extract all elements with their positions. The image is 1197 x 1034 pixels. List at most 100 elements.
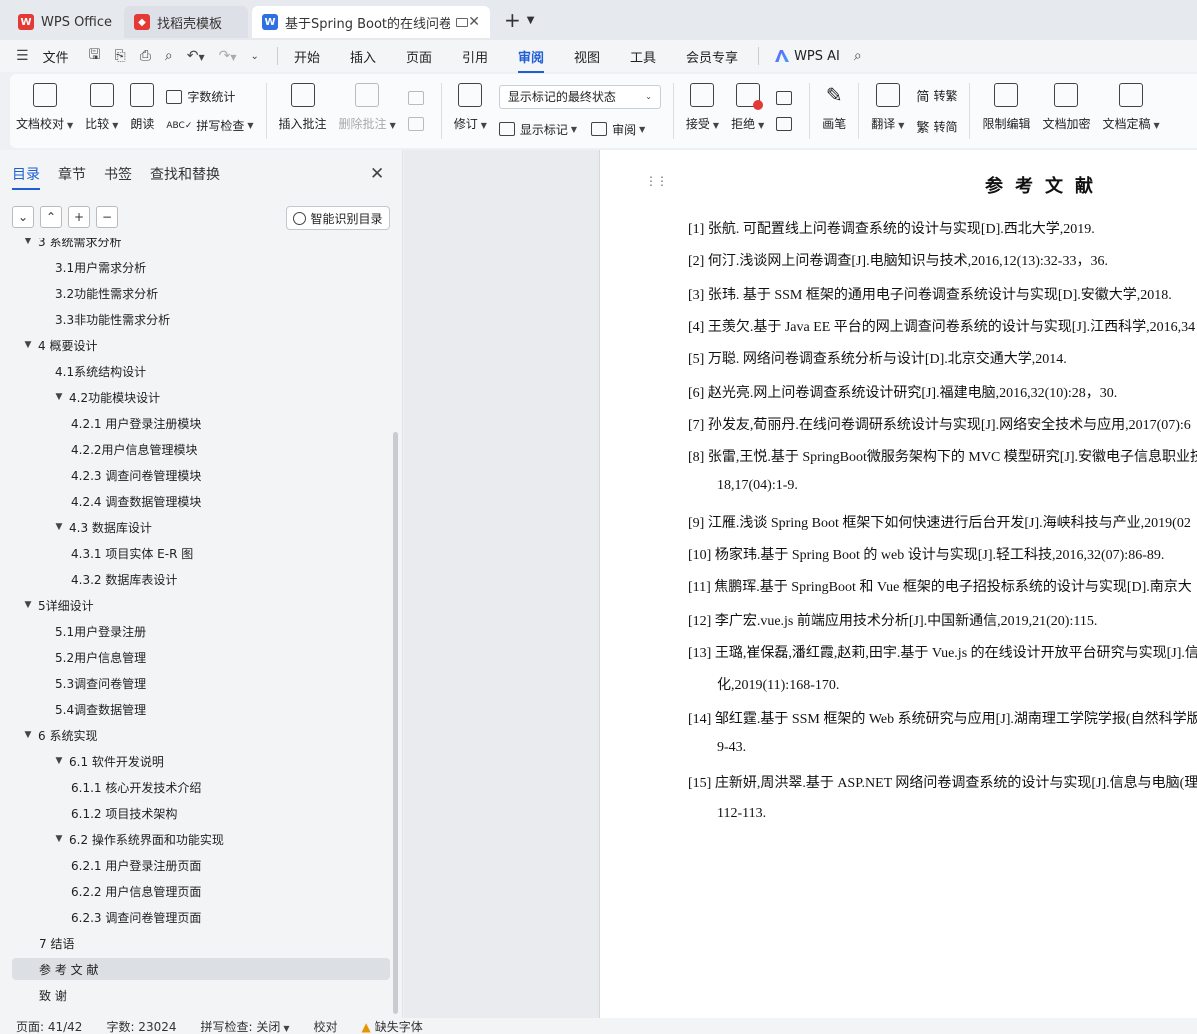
toc-item[interactable]: 3.1用户需求分析 [12, 256, 390, 278]
next-change-button[interactable] [776, 117, 797, 131]
markup-state-select[interactable]: 显示标记的最终状态 ⌄ [498, 84, 661, 109]
menu-insert[interactable]: 插入 [350, 47, 376, 66]
previous-change-button[interactable] [776, 91, 797, 105]
menu-view[interactable]: 视图 [574, 47, 600, 66]
pen-button[interactable]: ✎ 画笔 [816, 79, 852, 143]
spell-check-status[interactable]: 拼写检查: 关闭 ▼ [201, 1018, 290, 1034]
revise-button[interactable]: 修订 ▼ [448, 79, 493, 143]
toc-item[interactable]: 参 考 文 献 [12, 958, 390, 980]
expand-arrow-icon[interactable]: ▼ [22, 238, 34, 246]
toc-scrollbar[interactable] [393, 432, 398, 1014]
menu-member[interactable]: 会员专享 [686, 47, 738, 66]
toc-item[interactable]: 6.2.3 调查问卷管理页面 [12, 906, 390, 928]
toc-item[interactable]: 4.3.1 项目实体 E-R 图 [12, 542, 390, 564]
toc-item[interactable]: 4.1系统结构设计 [12, 360, 390, 382]
spell-check-button[interactable]: ABC✓ 拼写检查 ▼ [166, 117, 253, 134]
reject-button[interactable]: 拒绝 ▼ [725, 79, 770, 143]
toc-item[interactable]: 6.2.1 用户登录注册页面 [12, 854, 390, 876]
tab-wps-office[interactable]: W WPS Office [8, 6, 120, 38]
print-preview-icon[interactable]: ⌕ [165, 48, 173, 64]
page-count[interactable]: 页面: 41/42 [16, 1018, 82, 1034]
menu-reference[interactable]: 引用 [462, 47, 488, 66]
collapse-up-icon[interactable]: ⌃ [40, 206, 62, 228]
compare-button[interactable]: 比较 ▼ [79, 79, 124, 143]
word-count[interactable]: 字数: 23024 [106, 1018, 176, 1034]
toc-item[interactable]: 4.3.2 数据库表设计 [12, 568, 390, 590]
next-comment-button[interactable] [407, 117, 429, 131]
toc-item[interactable]: ▼ 3 系统需求分析 [12, 238, 390, 252]
tab-document[interactable]: W 基于Spring Boot的在线问卷 ✕ [252, 6, 490, 38]
add-level-icon[interactable]: + [68, 206, 90, 228]
expand-arrow-icon[interactable]: ▼ [53, 392, 65, 402]
toc-item[interactable]: ▼ 6.1 软件开发说明 [12, 750, 390, 772]
expand-arrow-icon[interactable]: ▼ [22, 600, 34, 610]
toc-item[interactable]: 4.2.3 调查问卷管理模块 [12, 464, 390, 486]
toc-item[interactable]: 7 结语 [12, 932, 390, 954]
menu-tools[interactable]: 工具 [630, 47, 656, 66]
toc-item[interactable]: ▼ 4.2功能模块设计 [12, 386, 390, 408]
toc-item[interactable]: 4.2.2用户信息管理模块 [12, 438, 390, 460]
insert-comment-button[interactable]: 插入批注 [273, 79, 333, 143]
toc-item[interactable]: 致 谢 [12, 984, 390, 1006]
share-icon[interactable]: ⎘ [115, 48, 126, 64]
toc-item[interactable]: 6.2.2 用户信息管理页面 [12, 880, 390, 902]
remove-level-icon[interactable]: − [96, 206, 118, 228]
smart-toc-button[interactable]: 智能识别目录 [286, 206, 390, 230]
menu-file[interactable]: 文件 [43, 47, 69, 66]
review-pane-button[interactable]: 审阅 ▼ [591, 121, 645, 138]
encrypt-button[interactable]: 文档加密 [1036, 79, 1096, 143]
toc-item[interactable]: ▼ 4.3 数据库设计 [12, 516, 390, 538]
nav-tab-chapter[interactable]: 章节 [58, 164, 86, 190]
toc-item[interactable]: 5.3调查问卷管理 [12, 672, 390, 694]
translate-button[interactable]: 翻译 ▼ [865, 79, 910, 143]
toc-item[interactable]: ▼ 4 概要设计 [12, 334, 390, 356]
toc-item[interactable]: 5.1用户登录注册 [12, 620, 390, 642]
menu-review[interactable]: 审阅 [518, 47, 545, 73]
toc-item[interactable]: ▼ 5详细设计 [12, 594, 390, 616]
nav-tab-bookmark[interactable]: 书签 [104, 164, 132, 190]
more-chevron-icon[interactable]: ⌄ [251, 51, 259, 62]
redo-icon[interactable]: ↷▼ [219, 48, 237, 64]
expand-arrow-icon[interactable]: ▼ [22, 340, 34, 350]
show-markup-button[interactable]: 显示标记 ▼ [498, 121, 577, 138]
finalize-button[interactable]: 文档定稿 ▼ [1096, 79, 1165, 143]
toc-item[interactable]: 4.2.4 调查数据管理模块 [12, 490, 390, 512]
toc-item[interactable]: 4.2.1 用户登录注册模块 [12, 412, 390, 434]
proof-status[interactable]: 校对 [314, 1018, 338, 1034]
toc-item[interactable]: 6.1.2 项目技术架构 [12, 802, 390, 824]
new-tab-icon[interactable]: + [504, 8, 521, 32]
wps-ai-button[interactable]: WPS AI [775, 49, 840, 64]
undo-icon[interactable]: ↶▼ [187, 48, 205, 64]
expand-arrow-icon[interactable]: ▼ [53, 834, 65, 844]
restrict-edit-button[interactable]: 限制编辑 [976, 79, 1036, 143]
proofread-button[interactable]: 文档校对 ▼ [10, 79, 79, 143]
to-simplified-button[interactable]: 繁转简 [916, 117, 957, 136]
toc-item[interactable]: 6.1.1 核心开发技术介绍 [12, 776, 390, 798]
read-aloud-button[interactable]: 朗读 [124, 79, 160, 143]
hamburger-icon[interactable]: ☰ [16, 48, 29, 64]
expand-down-icon[interactable]: ⌄ [12, 206, 34, 228]
menu-page[interactable]: 页面 [406, 47, 432, 66]
chevron-down-icon[interactable]: ▼ [527, 15, 535, 26]
toc-item[interactable]: 5.4调查数据管理 [12, 698, 390, 720]
toc-item[interactable]: 5.2用户信息管理 [12, 646, 390, 668]
nav-tab-find-replace[interactable]: 查找和替换 [150, 164, 220, 190]
missing-font-status[interactable]: ▲ 缺失字体 [362, 1018, 423, 1034]
menu-start[interactable]: 开始 [294, 47, 320, 66]
previous-comment-button[interactable] [407, 91, 429, 105]
expand-arrow-icon[interactable]: ▼ [22, 730, 34, 740]
word-count-button[interactable]: 字数统计 [166, 88, 253, 105]
save-icon[interactable]: 🖫 [89, 44, 101, 68]
toc-item[interactable]: 3.3非功能性需求分析 [12, 308, 390, 330]
delete-comment-button[interactable]: 删除批注 ▼ [333, 79, 402, 143]
close-panel-icon[interactable]: ✕ [370, 164, 384, 184]
toc-item[interactable]: ▼ 6 系统实现 [12, 724, 390, 746]
expand-arrow-icon[interactable]: ▼ [53, 756, 65, 766]
close-tab-icon[interactable]: ✕ [468, 14, 480, 30]
toc-item[interactable]: 3.2功能性需求分析 [12, 282, 390, 304]
accept-button[interactable]: 接受 ▼ [680, 79, 725, 143]
tab-daoke-template[interactable]: ◆ 找稻壳模板 [124, 6, 248, 38]
print-icon[interactable]: ⎙ [140, 48, 151, 64]
search-icon[interactable]: ⌕ [854, 48, 862, 64]
to-traditional-button[interactable]: 简转繁 [916, 86, 957, 105]
